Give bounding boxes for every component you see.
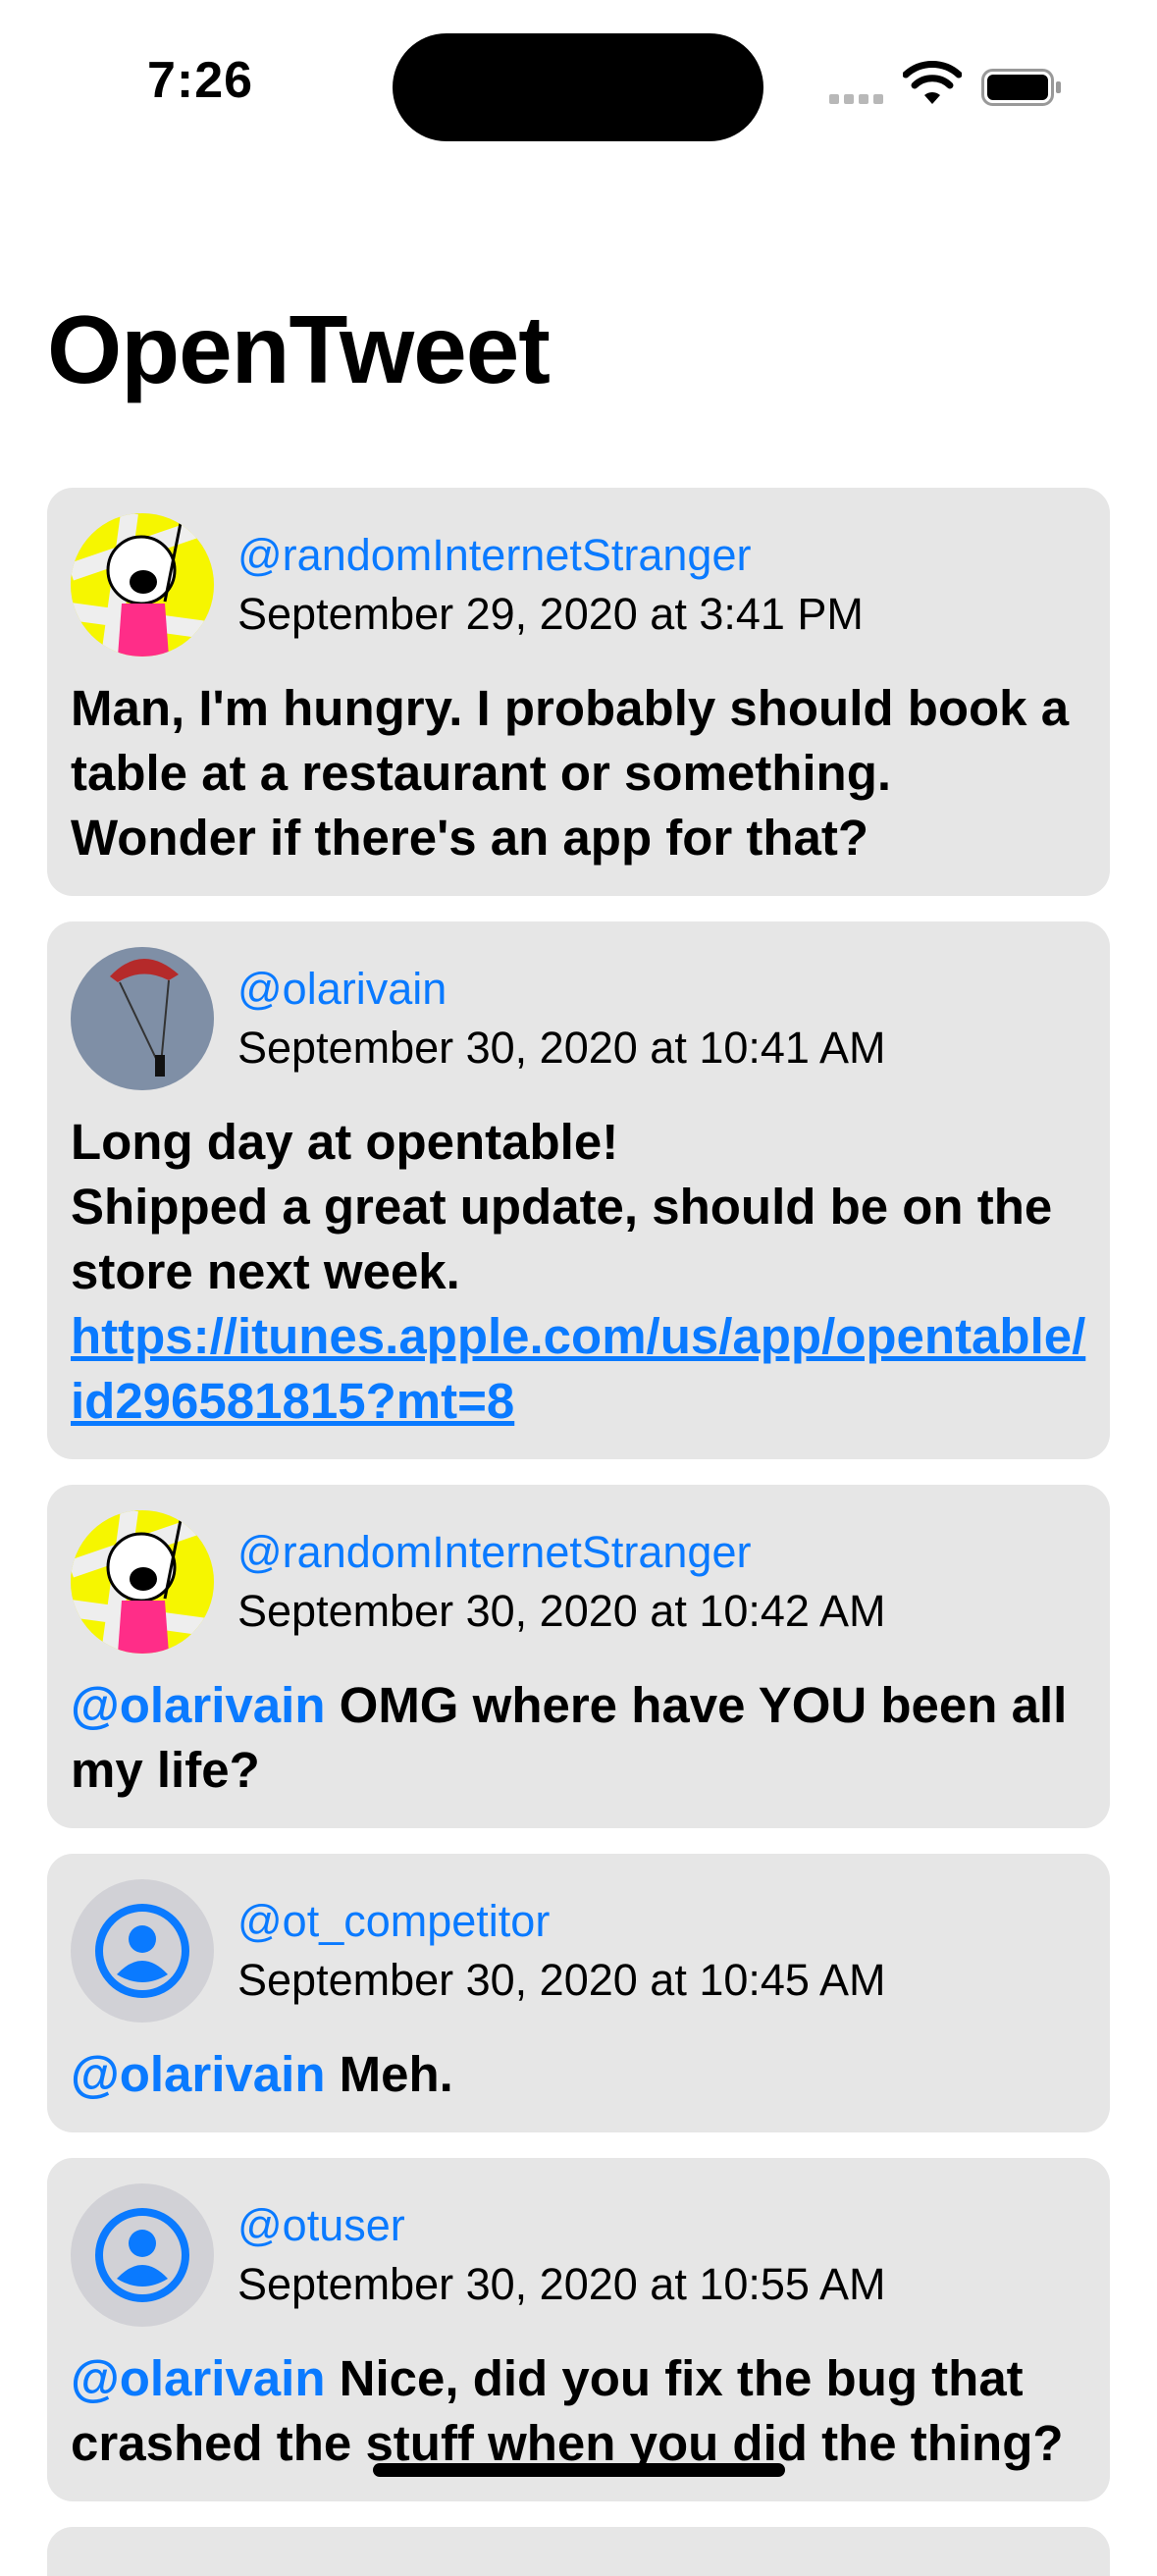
tweet-header: @otuser September 30, 2020 at 10:55 AM: [71, 2182, 1086, 2329]
tweet-body: @olarivain Meh.: [71, 2042, 1086, 2107]
tweet-card[interactable]: [47, 2527, 1110, 2576]
tweet-meta: @olarivain September 30, 2020 at 10:41 AM: [237, 960, 885, 1078]
avatar[interactable]: [71, 947, 214, 1090]
tweet-meta: @ot_competitor September 30, 2020 at 10:4…: [237, 1892, 885, 2010]
tweet-card[interactable]: @otuser September 30, 2020 at 10:55 AM @ol…: [47, 2158, 1110, 2501]
tweet-card[interactable]: @randomInternetStranger September 29, 202…: [47, 488, 1110, 896]
tweet-card[interactable]: @olarivain September 30, 2020 at 10:41 AM…: [47, 921, 1110, 1459]
tweet-header: @ot_competitor September 30, 2020 at 10:4…: [71, 1877, 1086, 2024]
person-circle-icon[interactable]: [71, 1879, 214, 2023]
tweet-card[interactable]: @ot_competitor September 30, 2020 at 10:4…: [47, 1854, 1110, 2132]
avatar[interactable]: [71, 513, 214, 657]
tweet-header: @randomInternetStranger September 29, 202…: [71, 511, 1086, 658]
tweet-feed[interactable]: @randomInternetStranger September 29, 202…: [47, 488, 1110, 2576]
home-indicator[interactable]: [373, 2463, 785, 2477]
url-link[interactable]: https://itunes.apple.com/us/app/opentabl…: [71, 1308, 1085, 1429]
tweet-card[interactable]: @randomInternetStranger September 30, 202…: [47, 1485, 1110, 1828]
person-circle-icon[interactable]: [71, 2183, 214, 2327]
avatar[interactable]: [71, 1510, 214, 1654]
dynamic-island: [393, 33, 763, 141]
page-title: OpenTweet: [47, 295, 551, 403]
cellular-signal-icon: [829, 91, 888, 104]
tweet-body: @olarivain Nice, did you fix the bug tha…: [71, 2346, 1086, 2476]
tweet-body: Long day at opentable! Shipped a great u…: [71, 1110, 1086, 1434]
status-bar: 7:26: [0, 0, 1157, 167]
tweet-date: September 30, 2020 at 10:45 AM: [237, 1955, 886, 2005]
tweet-date: September 29, 2020 at 3:41 PM: [237, 589, 864, 639]
tweet-meta: @otuser September 30, 2020 at 10:55 AM: [237, 2196, 885, 2314]
tweet-meta: @randomInternetStranger September 30, 202…: [237, 1523, 885, 1641]
tweet-text: Man, I'm hungry. I probably should book …: [71, 680, 1083, 866]
battery-icon: [981, 69, 1061, 106]
tweet-text: Long day at opentable! Shipped a great u…: [71, 1114, 1053, 1299]
wifi-icon: [903, 61, 962, 104]
tweet-date: September 30, 2020 at 10:42 AM: [237, 1586, 886, 1636]
mention-link[interactable]: @olarivain: [71, 2350, 325, 2406]
tweet-handle[interactable]: @randomInternetStranger: [237, 526, 864, 585]
tweet-handle[interactable]: @ot_competitor: [237, 1892, 885, 1951]
tweet-body: Man, I'm hungry. I probably should book …: [71, 676, 1086, 870]
tweet-text: Meh.: [325, 2046, 453, 2102]
tweet-date: September 30, 2020 at 10:41 AM: [237, 1023, 886, 1073]
tweet-header: @randomInternetStranger September 30, 202…: [71, 1508, 1086, 1656]
tweet-handle[interactable]: @olarivain: [237, 960, 885, 1019]
mention-link[interactable]: @olarivain: [71, 2046, 325, 2102]
tweet-date: September 30, 2020 at 10:55 AM: [237, 2259, 886, 2309]
tweet-header: @olarivain September 30, 2020 at 10:41 AM: [71, 945, 1086, 1092]
tweet-body: @olarivain OMG where have YOU been all m…: [71, 1673, 1086, 1803]
mention-link[interactable]: @olarivain: [71, 1677, 325, 1733]
tweet-handle[interactable]: @randomInternetStranger: [237, 1523, 885, 1582]
status-time: 7:26: [147, 52, 254, 109]
tweet-meta: @randomInternetStranger September 29, 202…: [237, 526, 864, 644]
tweet-handle[interactable]: @otuser: [237, 2196, 885, 2255]
